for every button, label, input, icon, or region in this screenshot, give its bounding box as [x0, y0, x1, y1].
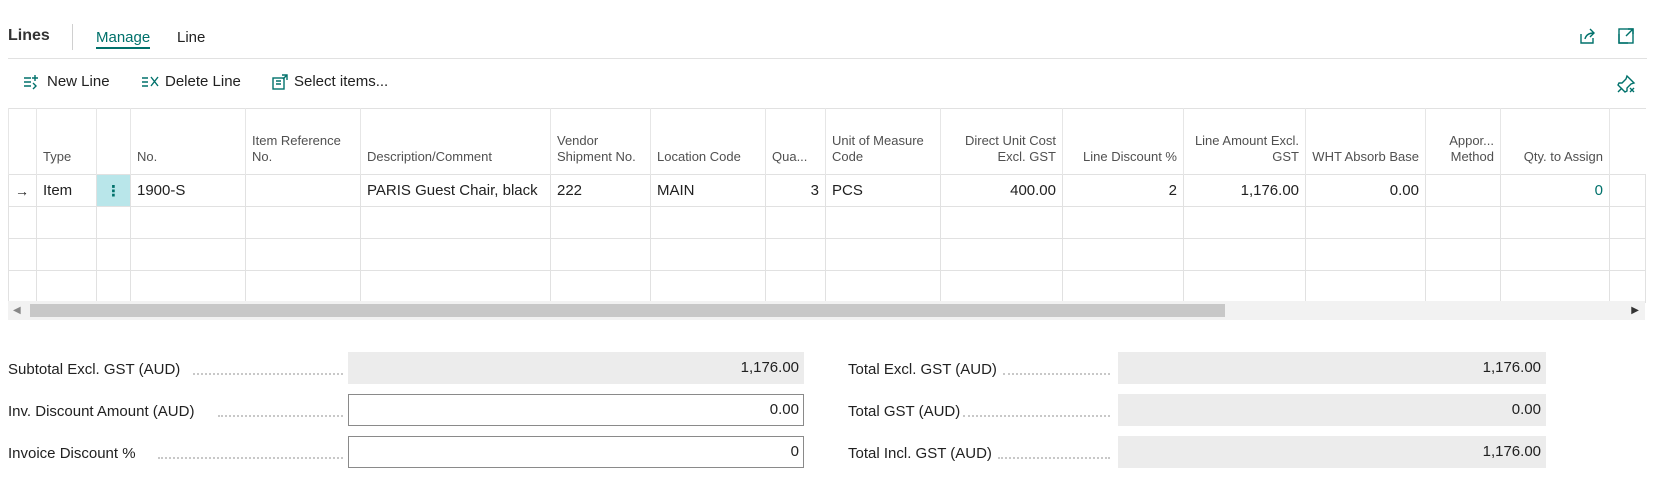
table-row[interactable] — [8, 238, 1646, 271]
page-title: Lines — [8, 27, 50, 44]
scroll-thumb[interactable] — [30, 304, 1225, 317]
cell-direct-unit-cost[interactable]: 400.00 — [940, 174, 1063, 207]
col-header-appor-method[interactable]: Appor... Method — [1425, 108, 1501, 175]
cell-item-reference-no[interactable] — [245, 174, 361, 207]
delete-line-label: Delete Line — [165, 73, 241, 90]
leader-dots — [218, 403, 343, 417]
row-arrow-icon: → — [8, 174, 37, 207]
select-items-label: Select items... — [294, 73, 389, 90]
scroll-left-icon[interactable]: ◀ — [13, 305, 21, 316]
leader-dots — [998, 445, 1110, 459]
invoice-discount-pct-label: Invoice Discount % — [8, 445, 136, 462]
col-header-marker — [8, 108, 37, 175]
tab-line[interactable]: Line — [177, 29, 205, 46]
total-incl-gst-row: Total Incl. GST (AUD) 1,176.00 — [848, 436, 1648, 468]
header-separator — [8, 58, 1647, 59]
cell-appor-method[interactable] — [1425, 174, 1501, 207]
new-line-button[interactable]: New Line — [23, 73, 110, 90]
leader-dots — [963, 403, 1110, 417]
subtotal-label: Subtotal Excl. GST (AUD) — [8, 361, 181, 378]
total-gst-label: Total GST (AUD) — [848, 403, 961, 420]
col-header-more — [1609, 108, 1646, 175]
cell-quantity[interactable]: 3 — [765, 174, 826, 207]
subtotal-value: 1,176.00 — [348, 352, 804, 384]
total-incl-gst-value: 1,176.00 — [1118, 436, 1546, 468]
leader-dots — [193, 361, 343, 375]
action-bar: New Line Delete Line Select items... — [0, 66, 1667, 104]
total-incl-gst-label: Total Incl. GST (AUD) — [848, 445, 992, 462]
lines-grid: Type No. Item Reference No. Description/… — [8, 108, 1646, 303]
cell-location-code[interactable]: MAIN — [650, 174, 766, 207]
subtotal-row: Subtotal Excl. GST (AUD) 1,176.00 — [8, 352, 808, 384]
expand-icon[interactable] — [1616, 26, 1636, 46]
cell-vendor-shipment-no[interactable]: 222 — [550, 174, 651, 207]
new-line-icon — [24, 74, 38, 89]
col-header-wht-absorb-base[interactable]: WHT Absorb Base — [1305, 108, 1426, 175]
table-row[interactable] — [8, 270, 1646, 303]
col-header-quantity[interactable]: Qua... — [765, 108, 826, 175]
col-header-direct-unit-cost[interactable]: Direct Unit Cost Excl. GST — [940, 108, 1063, 175]
cell-description[interactable]: PARIS Guest Chair, black — [360, 174, 551, 207]
total-excl-gst-value: 1,176.00 — [1118, 352, 1546, 384]
cell-line-discount[interactable]: 2 — [1062, 174, 1184, 207]
invoice-discount-pct-row: Invoice Discount % 0 — [8, 436, 808, 468]
col-header-type[interactable]: Type — [36, 108, 97, 175]
horizontal-scrollbar[interactable]: ◀ ▶ — [8, 301, 1645, 320]
delete-line-icon — [142, 76, 159, 87]
leader-dots — [158, 445, 343, 459]
total-gst-row: Total GST (AUD) 0.00 — [848, 394, 1648, 426]
cell-line-amount[interactable]: 1,176.00 — [1183, 174, 1306, 207]
select-items-icon — [272, 73, 288, 90]
col-header-no[interactable]: No. — [130, 108, 246, 175]
col-header-unit-of-measure[interactable]: Unit of Measure Code — [825, 108, 941, 175]
select-items-button[interactable]: Select items... — [272, 73, 388, 90]
total-excl-gst-row: Total Excl. GST (AUD) 1,176.00 — [848, 352, 1648, 384]
col-header-vendor-shipment-no[interactable]: Vendor Shipment No. — [550, 108, 651, 175]
lines-table: Type No. Item Reference No. Description/… — [8, 108, 1646, 303]
col-header-location-code[interactable]: Location Code — [650, 108, 766, 175]
header-divider — [72, 24, 73, 50]
lines-header: Lines Manage Line — [0, 0, 1667, 58]
table-header-row: Type No. Item Reference No. Description/… — [8, 108, 1646, 175]
cell-more — [1609, 174, 1646, 207]
col-header-item-reference-no[interactable]: Item Reference No. — [245, 108, 361, 175]
personalize-pin-icon[interactable] — [1616, 74, 1636, 97]
inv-discount-amount-label: Inv. Discount Amount (AUD) — [8, 403, 195, 420]
table-row[interactable] — [8, 206, 1646, 239]
total-gst-value: 0.00 — [1118, 394, 1546, 426]
invoice-discount-pct-field[interactable]: 0 — [348, 436, 804, 468]
table-row[interactable]: → Item ⋮ 1900-S PARIS Guest Chair, black… — [8, 174, 1646, 207]
cell-wht-absorb-base[interactable]: 0.00 — [1305, 174, 1426, 207]
inv-discount-amount-row: Inv. Discount Amount (AUD) 0.00 — [8, 394, 808, 426]
cell-type[interactable]: Item — [36, 174, 97, 207]
cell-no[interactable]: 1900-S — [130, 174, 246, 207]
total-excl-gst-label: Total Excl. GST (AUD) — [848, 361, 997, 378]
inv-discount-amount-field[interactable]: 0.00 — [348, 394, 804, 426]
scroll-right-icon[interactable]: ▶ — [1631, 305, 1639, 316]
cell-unit-of-measure[interactable]: PCS — [825, 174, 941, 207]
col-header-line-discount[interactable]: Line Discount % — [1062, 108, 1184, 175]
row-menu-icon[interactable]: ⋮ — [96, 174, 131, 207]
share-icon[interactable] — [1577, 26, 1597, 46]
delete-line-button[interactable]: Delete Line — [141, 73, 241, 90]
cell-qty-to-assign[interactable]: 0 — [1500, 174, 1610, 207]
col-header-menu — [96, 108, 131, 175]
leader-dots — [1003, 361, 1110, 375]
col-header-line-amount[interactable]: Line Amount Excl. GST — [1183, 108, 1306, 175]
tab-manage[interactable]: Manage — [96, 29, 151, 49]
col-header-qty-to-assign[interactable]: Qty. to Assign — [1500, 108, 1610, 175]
col-header-description[interactable]: Description/Comment — [360, 108, 551, 175]
new-line-label: New Line — [47, 73, 110, 90]
